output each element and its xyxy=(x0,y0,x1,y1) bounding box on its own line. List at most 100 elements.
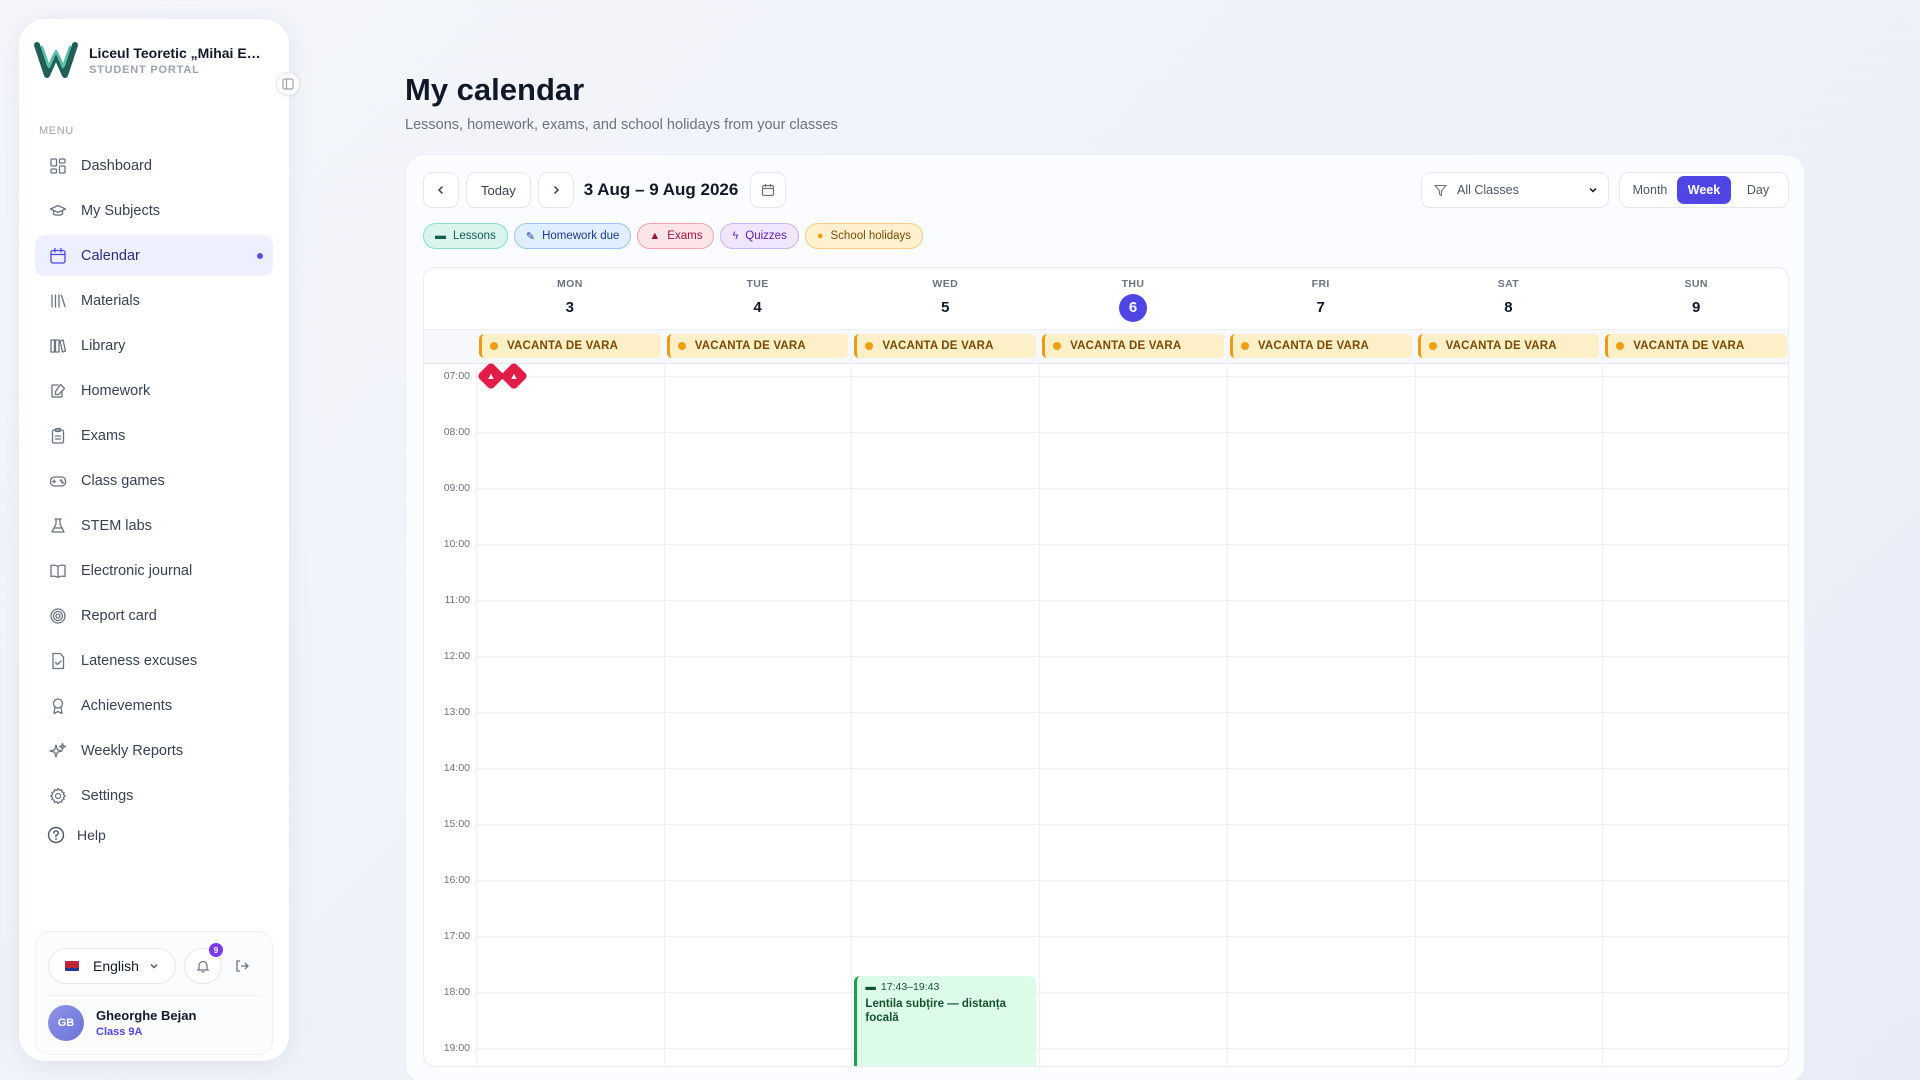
graduation-cap-icon: ▲ xyxy=(486,371,496,381)
logout-icon[interactable] xyxy=(234,958,250,974)
day-number: 7 xyxy=(1316,299,1325,316)
time-label: 12:00 xyxy=(443,650,470,662)
target-icon xyxy=(50,607,66,624)
holiday-event[interactable]: VACANTA DE VARA xyxy=(1229,334,1412,358)
day-divider xyxy=(1226,364,1228,1066)
hour-line xyxy=(476,656,1788,657)
lesson-event[interactable]: ▬ 17:43–19:43 Lentila subțire — distanța f… xyxy=(854,976,1037,1066)
sidebar-item-class-games[interactable]: Class games xyxy=(35,460,273,501)
hour-line xyxy=(476,992,1788,993)
time-label: 07:00 xyxy=(443,370,470,382)
sun-icon xyxy=(865,342,874,350)
legend-lessons[interactable]: ▬ Lessons xyxy=(423,223,508,249)
sidebar-item-library[interactable]: Library xyxy=(35,325,273,366)
legend-label: Quizzes xyxy=(745,230,787,242)
time-label: 08:00 xyxy=(443,426,470,438)
sidebar-item-exams[interactable]: Exams xyxy=(35,415,273,456)
legend-holidays[interactable]: ● School holidays xyxy=(804,223,924,249)
legend-homework[interactable]: ✎ Homework due xyxy=(513,223,632,249)
graduation-cap-icon: ▲ xyxy=(649,230,661,242)
help-link[interactable]: Help xyxy=(47,826,106,844)
sidebar-item-label: Exams xyxy=(81,427,126,444)
hour-line xyxy=(476,600,1788,601)
holiday-event[interactable]: VACANTA DE VARA xyxy=(1042,334,1224,358)
time-label: 14:00 xyxy=(443,762,470,774)
event-time: 17:43–19:43 xyxy=(880,981,940,994)
pencil-icon: ✎ xyxy=(525,230,536,243)
award-icon xyxy=(52,697,64,714)
user-profile[interactable]: GB Gheorghe Bejan Class 9A xyxy=(48,1005,196,1041)
holiday-event[interactable]: VACANTA DE VARA xyxy=(1605,334,1787,358)
sidebar-item-homework[interactable]: Homework xyxy=(35,370,273,411)
day-number: 8 xyxy=(1504,299,1513,316)
chevron-right-icon xyxy=(553,185,559,195)
sidebar-item-report-card[interactable]: Report card xyxy=(35,595,273,636)
sidebar-item-lateness-excuses[interactable]: Lateness excuses xyxy=(35,640,273,681)
user-name: Gheorghe Bejan xyxy=(96,1008,197,1023)
hour-line xyxy=(476,376,1788,377)
sidebar-item-settings[interactable]: Settings xyxy=(35,775,273,816)
view-month-button[interactable]: Month xyxy=(1623,176,1677,204)
book-icon: ▬ xyxy=(865,981,876,994)
sidebar-item-my-subjects[interactable]: My Subjects xyxy=(35,190,273,231)
date-picker-button[interactable] xyxy=(750,172,787,208)
sidebar-item-label: Library xyxy=(81,337,126,354)
holiday-label: VACANTA DE VARA xyxy=(507,340,619,352)
day-name: SUN xyxy=(1684,278,1708,290)
legend-quizzes[interactable]: ϟ Quizzes xyxy=(720,223,799,249)
brand[interactable]: Liceul Teoretic „Mihai Emi… STUDENT PORT… xyxy=(33,37,271,83)
hour-line xyxy=(476,880,1788,881)
sidebar-item-calendar[interactable]: Calendar xyxy=(35,235,273,276)
gear-icon xyxy=(50,787,66,804)
day-header-wed[interactable]: WED 5 xyxy=(851,268,1039,332)
sidebar-item-achievements[interactable]: Achievements xyxy=(35,685,273,726)
holiday-event[interactable]: VACANTA DE VARA xyxy=(479,334,661,358)
help-icon xyxy=(47,826,65,844)
prev-week-button[interactable] xyxy=(423,172,459,208)
hour-line xyxy=(476,488,1788,489)
legend-exams[interactable]: ▲ Exams xyxy=(637,223,715,249)
day-header-sat[interactable]: SAT 8 xyxy=(1415,268,1603,332)
chevron-down-icon xyxy=(150,964,158,969)
date-range-label: 3 Aug – 9 Aug 2026 xyxy=(583,180,739,199)
event-title: Lentila subțire — distanța focală xyxy=(865,998,1006,1025)
class-filter-select[interactable]: All Classes xyxy=(1421,172,1609,208)
sparkles-icon xyxy=(49,742,67,758)
hour-line xyxy=(476,544,1788,545)
notifications-button[interactable]: 9 xyxy=(184,943,223,984)
avatar: GB xyxy=(48,1005,84,1041)
day-header-thu[interactable]: THU 6 xyxy=(1039,268,1227,332)
sidebar-item-stem-labs[interactable]: STEM labs xyxy=(35,505,273,546)
day-name: THU xyxy=(1121,278,1145,290)
class-filter-value: All Classes xyxy=(1457,183,1519,197)
collapse-sidebar-button[interactable] xyxy=(276,72,300,96)
sidebar-item-materials[interactable]: Materials xyxy=(35,280,273,321)
holiday-event[interactable]: VACANTA DE VARA xyxy=(1417,334,1600,358)
user-class: Class 9A xyxy=(96,1026,143,1038)
day-header-tue[interactable]: TUE 4 xyxy=(664,268,852,332)
holiday-event[interactable]: VACANTA DE VARA xyxy=(854,334,1037,358)
day-divider xyxy=(1414,364,1416,1066)
holiday-label: VACANTA DE VARA xyxy=(1445,340,1557,352)
sidebar-item-electronic-journal[interactable]: Electronic journal xyxy=(35,550,273,591)
holiday-label: VACANTA DE VARA xyxy=(1257,340,1370,352)
exam-marker[interactable]: ▲ xyxy=(499,361,529,391)
sidebar-item-dashboard[interactable]: Dashboard xyxy=(35,145,273,186)
clipboard-icon xyxy=(51,427,65,444)
today-button[interactable]: Today xyxy=(466,172,531,208)
hour-line xyxy=(476,936,1788,937)
legend-label: Exams xyxy=(667,230,703,242)
sidebar: Liceul Teoretic „Mihai Emi… STUDENT PORT… xyxy=(19,19,300,1061)
day-header-mon[interactable]: MON 3 xyxy=(476,268,664,332)
sidebar-item-weekly-reports[interactable]: Weekly Reports xyxy=(35,730,273,771)
sun-icon xyxy=(1240,342,1249,350)
next-week-button[interactable] xyxy=(537,172,574,208)
holiday-event[interactable]: VACANTA DE VARA xyxy=(666,334,849,358)
day-header-fri[interactable]: FRI 7 xyxy=(1227,268,1415,332)
view-week-button[interactable]: Week xyxy=(1677,176,1731,204)
graduation-cap-icon: ▲ xyxy=(509,371,519,381)
day-header-sun[interactable]: SUN 9 xyxy=(1602,268,1788,332)
view-day-button[interactable]: Day xyxy=(1731,176,1785,204)
portal-label: STUDENT PORTAL xyxy=(89,63,200,76)
language-selector[interactable]: English xyxy=(48,948,176,984)
